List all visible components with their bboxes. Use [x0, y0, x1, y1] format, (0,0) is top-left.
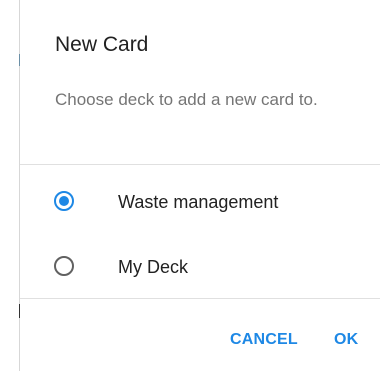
deck-option-label: Waste management	[118, 192, 279, 212]
radio-selected-icon[interactable]	[54, 191, 74, 211]
deck-option-my-deck[interactable]: My Deck	[20, 246, 380, 290]
top-divider	[20, 164, 380, 165]
ok-button[interactable]: OK	[334, 327, 358, 353]
dialog-subtitle: Choose deck to add a new card to.	[55, 90, 318, 109]
deck-option-waste-management[interactable]: Waste management	[20, 181, 380, 225]
deck-option-label: My Deck	[118, 257, 189, 277]
cancel-button[interactable]: CANCEL	[230, 327, 298, 353]
bottom-divider	[20, 298, 380, 299]
screen: New Card Choose deck to add a new card t…	[0, 0, 380, 371]
radio-unselected-icon[interactable]	[54, 256, 74, 276]
new-card-dialog: New Card Choose deck to add a new card t…	[20, 0, 380, 371]
dialog-title: New Card	[55, 33, 149, 56]
